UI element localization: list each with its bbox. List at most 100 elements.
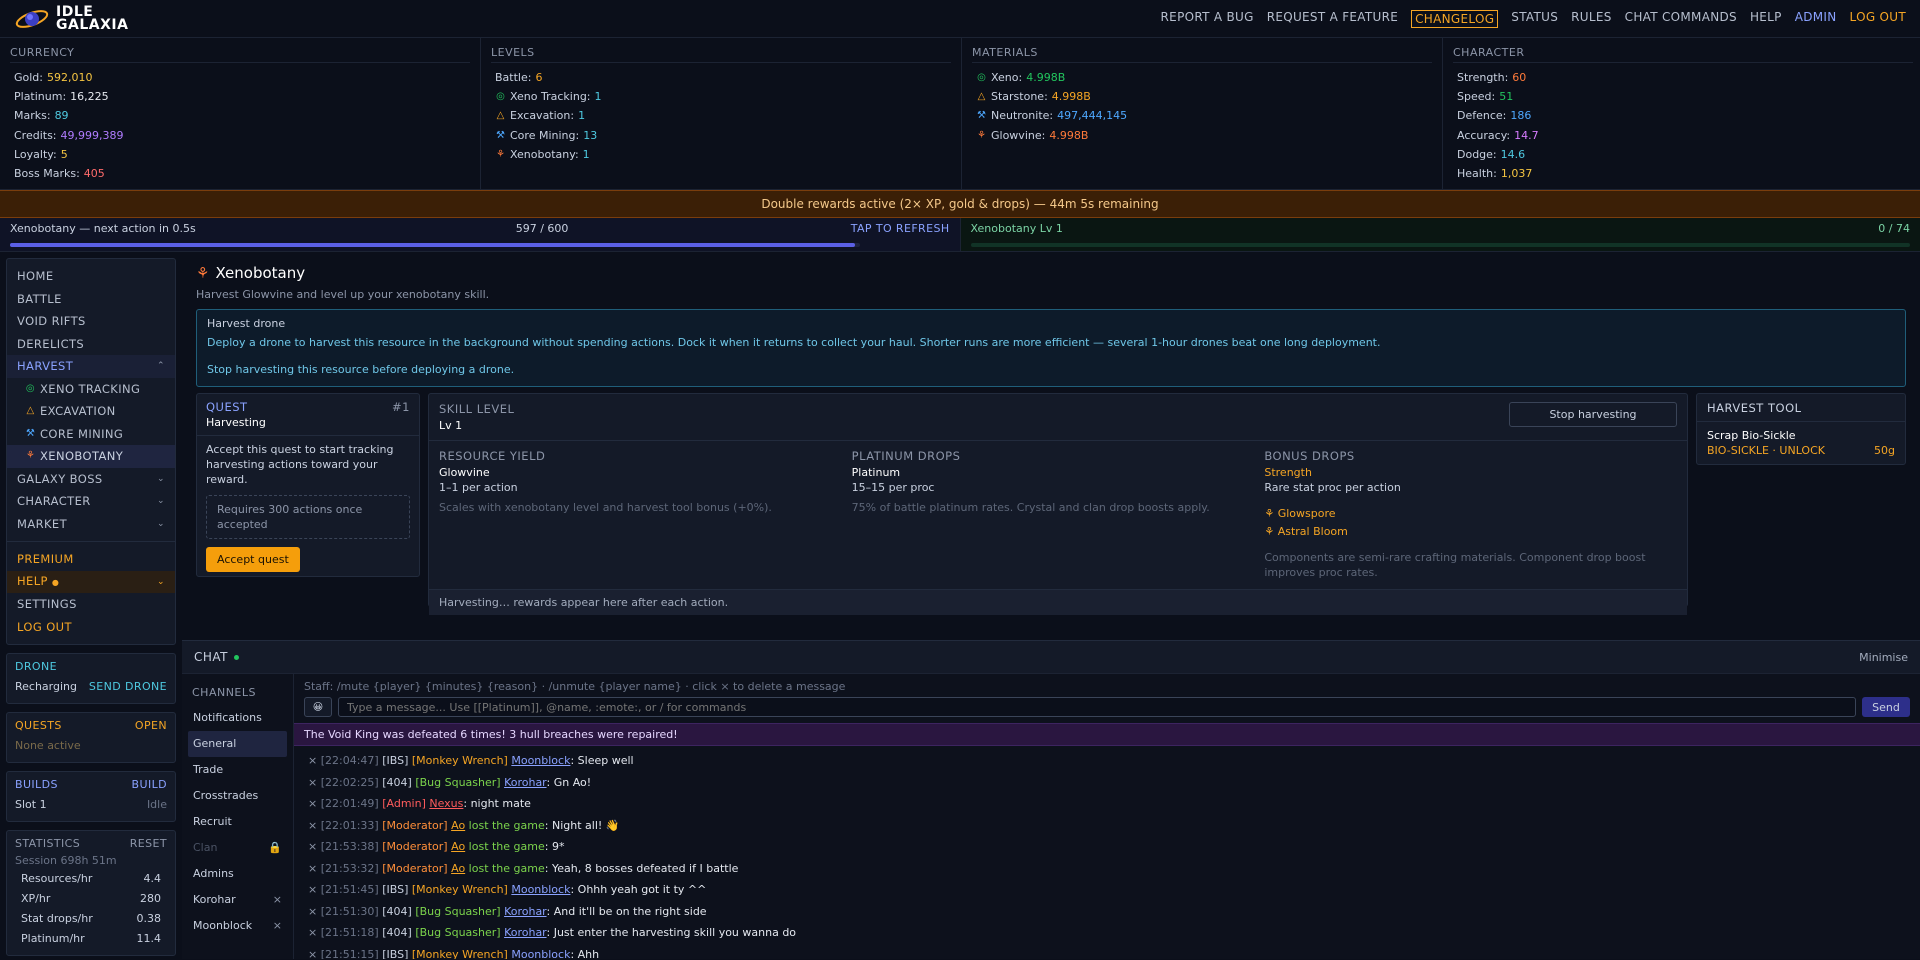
stop-harvesting-button[interactable]: Stop harvesting: [1509, 402, 1677, 427]
delete-message-icon[interactable]: ×: [308, 926, 317, 939]
drone-panel: DRONE Recharging SEND DRONE: [6, 653, 176, 704]
accept-quest-button[interactable]: Accept quest: [206, 547, 300, 572]
stat-label: Marks:: [14, 109, 51, 123]
chat-input[interactable]: [338, 697, 1856, 717]
message-username[interactable]: Ao: [451, 862, 465, 875]
chevron-down-icon: ⌄: [157, 473, 165, 484]
sidebar-item-core-mining[interactable]: ⚒ CORE MINING: [7, 423, 175, 446]
channel-general[interactable]: General: [188, 731, 287, 757]
nav-chat-commands[interactable]: CHAT COMMANDS: [1625, 10, 1737, 28]
channel-dm-moonblock[interactable]: Moonblock ×: [188, 913, 287, 939]
nav-rules[interactable]: RULES: [1571, 10, 1612, 28]
sidebar-item-premium[interactable]: PREMIUM: [7, 548, 175, 571]
channel-notifications[interactable]: Notifications: [188, 705, 287, 731]
nav-help[interactable]: HELP: [1750, 10, 1782, 28]
message-username[interactable]: Moonblock: [511, 883, 570, 896]
emoji-picker-button[interactable]: 😀: [304, 697, 332, 717]
sidebar-item-market[interactable]: MARKET ⌄: [7, 513, 175, 536]
harvest-drone-info: Harvest drone Deploy a drone to harvest …: [196, 309, 1906, 387]
sidebar-item-excavation[interactable]: △ EXCAVATION: [7, 400, 175, 423]
channel-recruit[interactable]: Recruit: [188, 809, 287, 835]
sidebar-item-harvest[interactable]: HARVEST ⌃: [7, 355, 175, 378]
nav-logout[interactable]: LOG OUT: [1850, 10, 1906, 28]
sidebar-item-void-rifts[interactable]: VOID RIFTS: [7, 310, 175, 333]
delete-message-icon[interactable]: ×: [308, 905, 317, 918]
quests-panel: QUESTS OPEN None active: [6, 712, 176, 763]
logo[interactable]: IDLE GALAXIA: [14, 5, 128, 33]
statistics-value: 0.38: [136, 912, 162, 925]
clan-tag: [IBS]: [382, 883, 409, 896]
sidebar-item-home[interactable]: HOME: [7, 265, 175, 288]
stat-value: 89: [54, 109, 69, 123]
minimise-chat-button[interactable]: Minimise: [1859, 651, 1908, 664]
stat-row: Defence: 186: [1453, 106, 1913, 125]
message-username[interactable]: Korohar: [504, 776, 546, 789]
sidebar-item-derelicts[interactable]: DERELICTS: [7, 333, 175, 356]
delete-message-icon[interactable]: ×: [308, 840, 317, 853]
quests-open-button[interactable]: OPEN: [135, 719, 167, 732]
delete-message-icon[interactable]: ×: [308, 819, 317, 832]
skill-card: SKILL LEVEL Lv 1 Stop harvesting RESOURC…: [428, 393, 1688, 615]
channel-trade[interactable]: Trade: [188, 757, 287, 783]
statistics-row: Resources/hr 4.4: [15, 869, 167, 889]
message-username[interactable]: Ao: [451, 819, 465, 832]
stat-value: 4.998B: [1049, 128, 1089, 142]
sidebar-item-logout[interactable]: LOG OUT: [7, 616, 175, 639]
stat-row: ◎ Xeno: 4.998B: [972, 68, 1432, 87]
sidebar-item-xenobotany[interactable]: ⚘ XENOBOTANY: [7, 445, 175, 468]
channel-crosstrades[interactable]: Crosstrades: [188, 783, 287, 809]
delete-message-icon[interactable]: ×: [308, 862, 317, 875]
channel-label: Korohar: [193, 893, 236, 906]
nav-status[interactable]: STATUS: [1511, 10, 1558, 28]
channel-admins[interactable]: Admins: [188, 861, 287, 887]
quest-card: QUEST #1 Harvesting Accept this quest to…: [196, 393, 420, 577]
levels-title: LEVELS: [491, 46, 951, 63]
message-username[interactable]: Ao: [451, 840, 465, 853]
nav-request-feature[interactable]: REQUEST A FEATURE: [1267, 10, 1398, 28]
message-username[interactable]: Nexus: [429, 797, 463, 810]
lock-icon: 🔒: [268, 841, 282, 854]
stat-row: △ Excavation: 1: [491, 106, 951, 125]
sidebar-item-character[interactable]: CHARACTER ⌄: [7, 490, 175, 513]
message-time: [22:04:47]: [320, 754, 379, 767]
chat-panel: CHAT Minimise CHANNELS Notifications Gen…: [182, 640, 1920, 959]
delete-message-icon[interactable]: ×: [308, 776, 317, 789]
sidebar-item-settings[interactable]: SETTINGS: [7, 593, 175, 616]
message-username[interactable]: Korohar: [504, 905, 546, 918]
sidebar-item-xeno-tracking[interactable]: ◎ XENO TRACKING: [7, 378, 175, 401]
page-subtitle: Harvest Glowvine and level up your xenob…: [196, 288, 490, 301]
action-progress[interactable]: Xenobotany — next action in 0.5s 597 / 6…: [0, 218, 961, 251]
message-username[interactable]: Moonblock: [511, 754, 570, 767]
delete-message-icon[interactable]: ×: [308, 754, 317, 767]
statistics-reset-button[interactable]: RESET: [130, 837, 167, 850]
harvest-tool-unlock[interactable]: BIO-SICKLE · UNLOCK 50g: [1707, 444, 1895, 457]
materials-title: MATERIALS: [972, 46, 1432, 63]
build-slot-status: Idle: [146, 798, 167, 811]
message-username[interactable]: Moonblock: [511, 948, 570, 960]
channel-dm-korohar[interactable]: Korohar ×: [188, 887, 287, 913]
market-label: MARKET: [17, 516, 68, 531]
message-username[interactable]: Korohar: [504, 926, 546, 939]
clan-tag: [IBS]: [382, 754, 409, 767]
send-drone-button[interactable]: SEND DRONE: [89, 677, 167, 697]
sidebar-item-help[interactable]: HELP ● ⌄: [7, 570, 175, 593]
build-button[interactable]: BUILD: [132, 778, 167, 791]
delete-message-icon[interactable]: ×: [308, 948, 317, 960]
close-icon[interactable]: ×: [273, 913, 282, 939]
sidebar-item-galaxy-boss[interactable]: GALAXY BOSS ⌄: [7, 468, 175, 491]
emoji-icon: 😀: [312, 701, 324, 713]
stat-value: 13: [583, 128, 598, 142]
stat-icon: ⚒: [977, 110, 986, 122]
nav-changelog[interactable]: CHANGELOG: [1411, 9, 1499, 28]
stat-value: 51: [1499, 90, 1514, 104]
nav-admin[interactable]: ADMIN: [1795, 10, 1837, 28]
delete-message-icon[interactable]: ×: [308, 883, 317, 896]
close-icon[interactable]: ×: [273, 887, 282, 913]
nav-report-bug[interactable]: REPORT A BUG: [1161, 10, 1254, 28]
sidebar-item-battle[interactable]: BATTLE: [7, 288, 175, 311]
harvest-drone-title: Harvest drone: [207, 317, 286, 330]
tap-to-refresh[interactable]: TAP TO REFRESH: [851, 222, 950, 235]
delete-message-icon[interactable]: ×: [308, 797, 317, 810]
send-button[interactable]: Send: [1862, 697, 1910, 717]
bonus-item-2-label: Astral Bloom: [1277, 525, 1348, 538]
